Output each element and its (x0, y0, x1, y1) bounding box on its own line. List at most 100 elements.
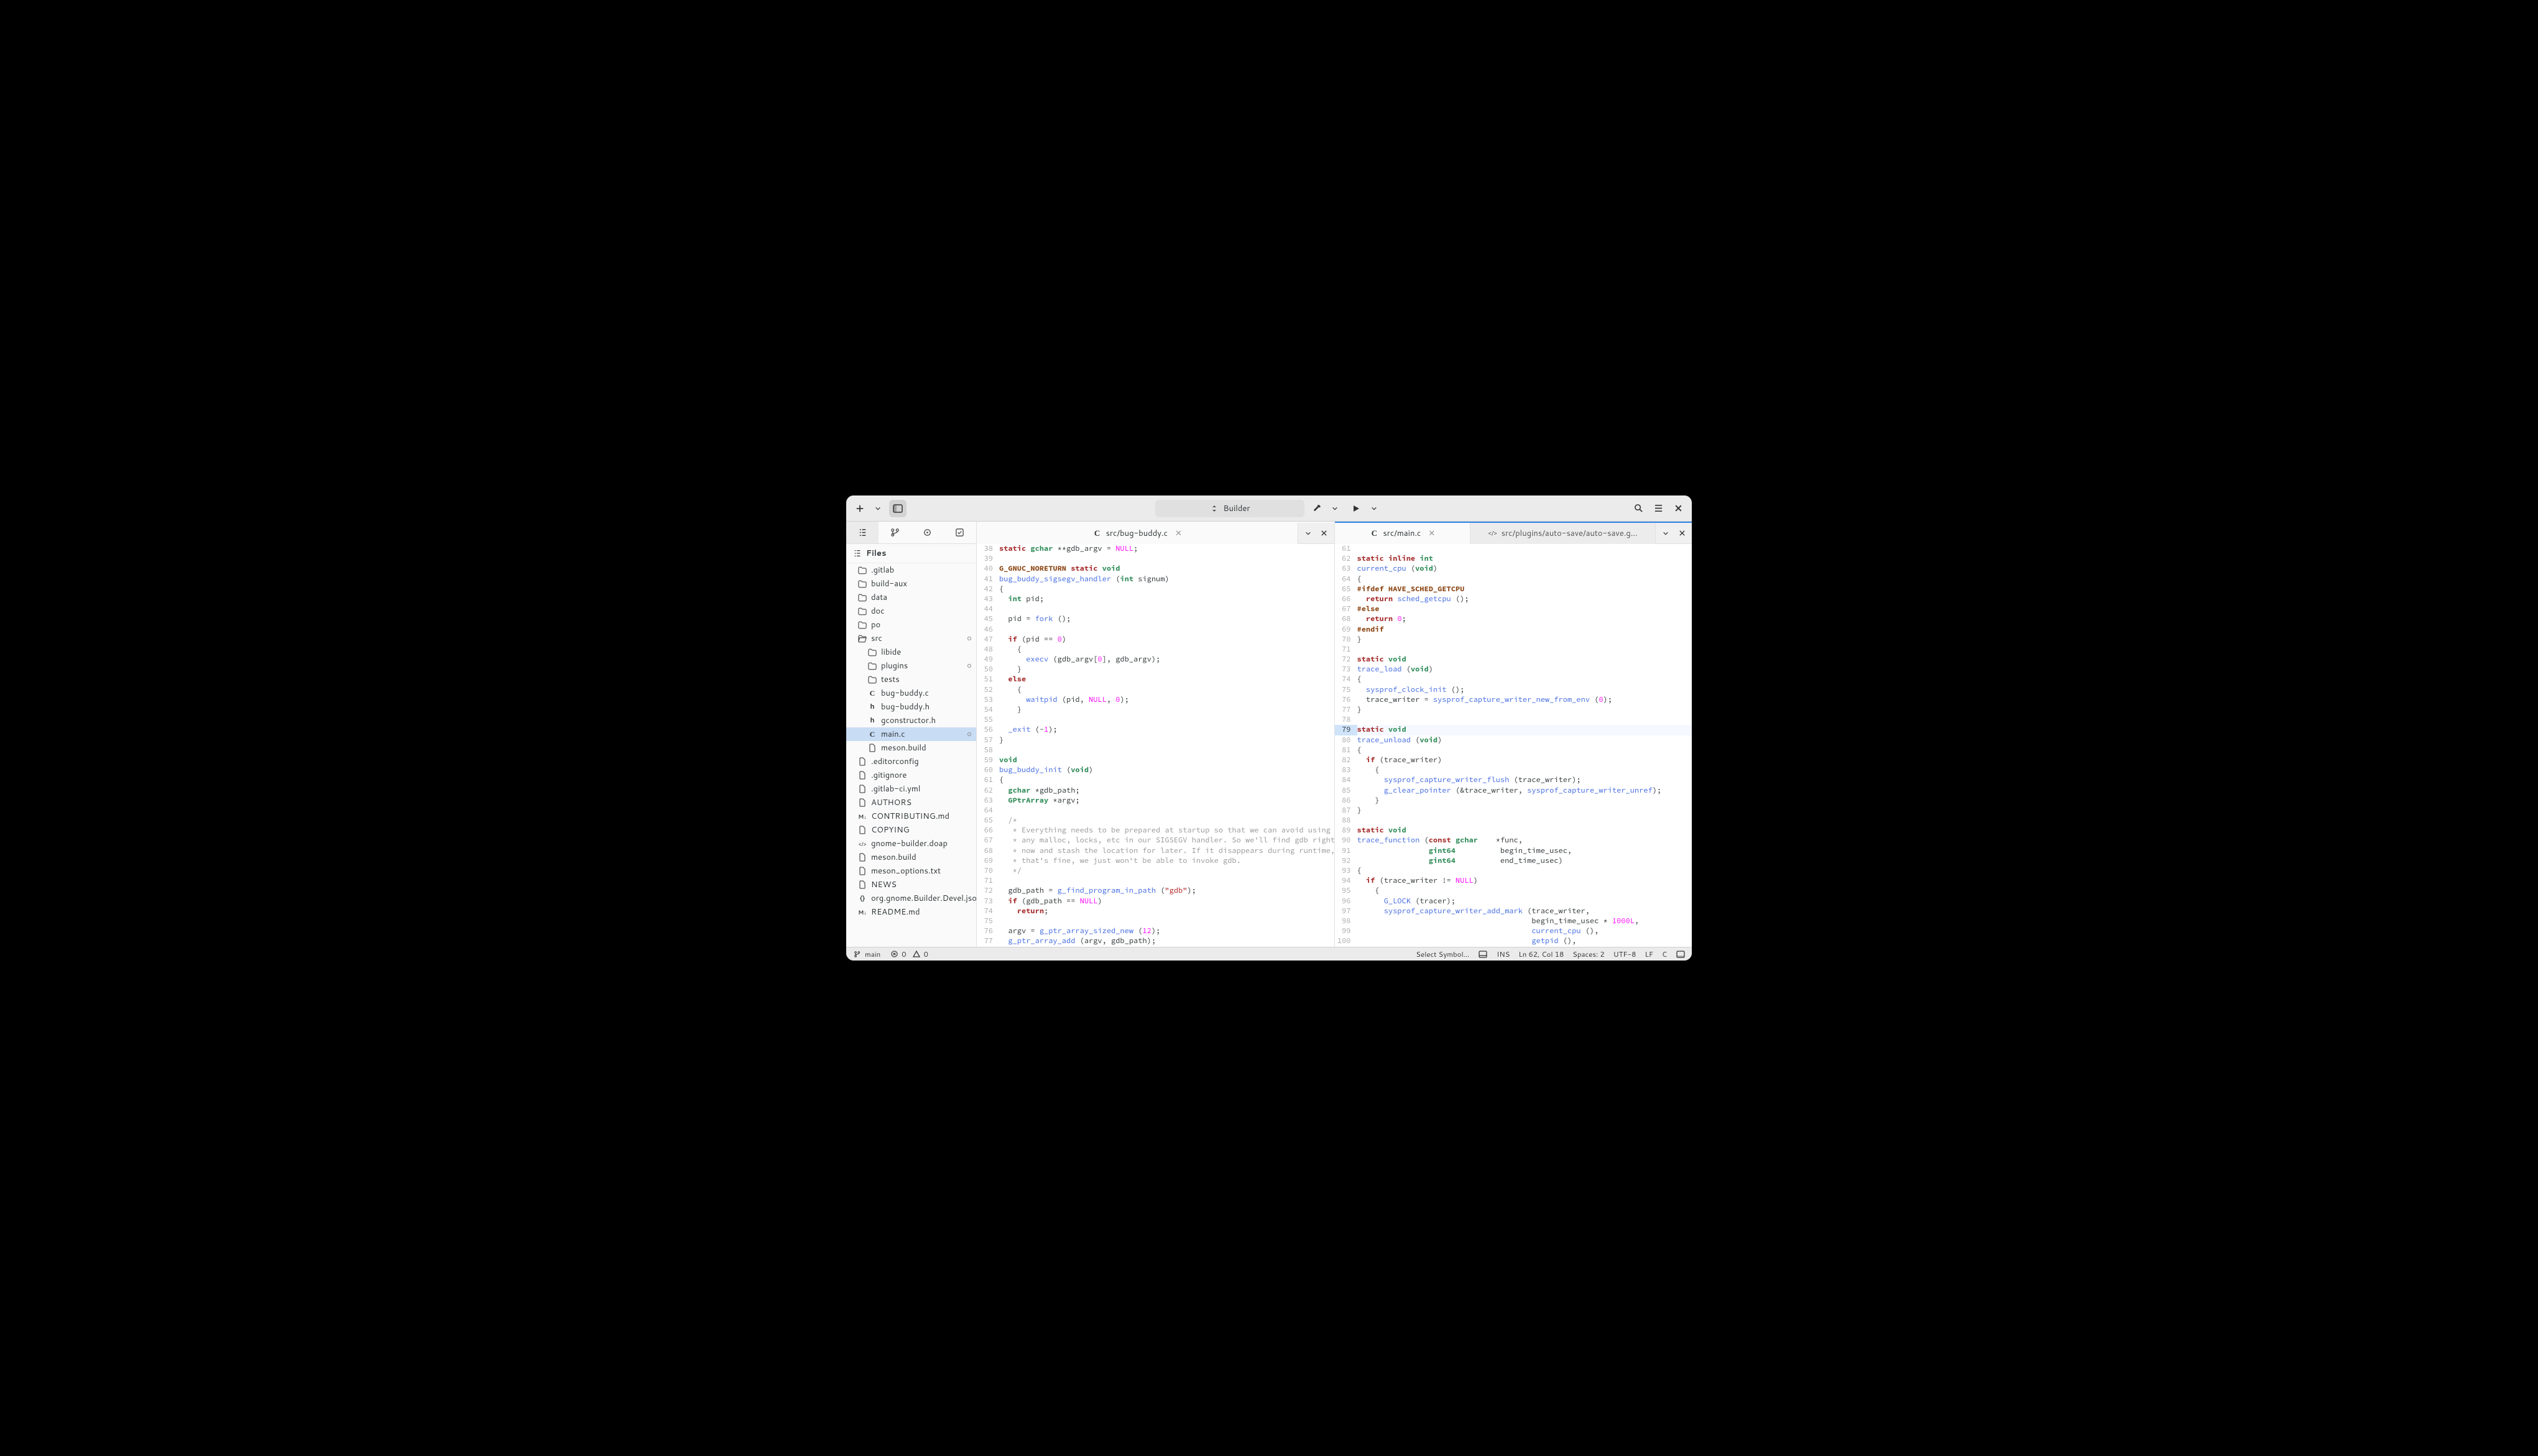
run-button[interactable] (1347, 500, 1365, 517)
status-branch[interactable]: main (852, 949, 880, 959)
tree-node[interactable]: meson.build (846, 741, 976, 755)
tree-node[interactable]: doc (846, 604, 976, 618)
tree-node[interactable]: hgconstructor.h (846, 714, 976, 727)
status-encoding[interactable]: UTF-8 (1613, 949, 1636, 959)
tree-node[interactable]: meson.build (846, 850, 976, 864)
tree-label: main.c (881, 729, 905, 740)
editor-pane-right: C src/main.c ✕ </> src/plugins/auto-save… (1335, 522, 1692, 947)
sidebar-tab-vcs[interactable] (879, 522, 911, 543)
tab-gresource[interactable]: </> src/plugins/auto-save/auto-save.gres… (1470, 523, 1656, 544)
tree-label: tests (881, 674, 900, 685)
app-window: Builder (846, 495, 1692, 961)
menu-button[interactable] (1650, 500, 1667, 517)
error-icon (889, 949, 899, 959)
close-tab-icon[interactable]: ✕ (1428, 528, 1435, 539)
file-icon: C (867, 688, 877, 698)
status-panel-button[interactable] (1478, 949, 1488, 959)
tab-main-c[interactable]: C src/main.c ✕ (1335, 523, 1471, 544)
build-button[interactable] (1308, 500, 1326, 517)
tree-node[interactable]: build-aux (846, 577, 976, 591)
tree-label: README.md (871, 906, 920, 918)
tab-bug-buddy[interactable]: C src/bug-buddy.c ✕ (977, 523, 1298, 544)
list-icon (857, 528, 867, 538)
file-icon (867, 647, 877, 657)
tree-node[interactable]: NEWS (846, 878, 976, 892)
pane-menu-button[interactable] (1658, 526, 1673, 541)
tree-node[interactable]: libide (846, 645, 976, 659)
tree-label: .gitlab-ci.yml (871, 783, 921, 795)
editor-pane-left: C src/bug-buddy.c ✕ 38static gchar **gdb… (977, 522, 1335, 947)
sidebar-tab-debug[interactable] (911, 522, 944, 543)
panel-icon (1478, 949, 1488, 959)
tree-node[interactable]: data (846, 591, 976, 604)
file-icon: h (867, 702, 877, 712)
tree-node[interactable]: .editorconfig (846, 755, 976, 768)
tree-node[interactable]: {}org.gnome.Builder.Devel.json (846, 892, 976, 905)
modified-marker (967, 732, 971, 736)
tree-label: .gitignore (871, 770, 907, 781)
tree-label: bug-buddy.c (881, 688, 929, 699)
file-icon (857, 606, 867, 616)
code-editor-right[interactable]: 61 62static inline int63current_cpu (voi… (1335, 544, 1692, 947)
tree-node[interactable]: Cmain.c (846, 727, 976, 741)
status-diagnostics[interactable]: 0 0 (889, 949, 928, 959)
tree-node[interactable]: hbug-buddy.h (846, 700, 976, 714)
run-menu-button[interactable] (1365, 500, 1383, 517)
tree-node[interactable]: tests (846, 673, 976, 686)
tree-node[interactable]: .gitlab-ci.yml (846, 782, 976, 796)
tree-node[interactable]: </>gnome-builder.doap (846, 837, 976, 850)
file-icon (857, 620, 867, 630)
tree-node[interactable]: M↓README.md (846, 905, 976, 919)
tree-label: .editorconfig (871, 756, 919, 767)
close-window-button[interactable] (1669, 500, 1687, 517)
titlebar: Builder (846, 495, 1692, 522)
pane-close-button[interactable] (1317, 526, 1332, 541)
modified-marker (967, 637, 971, 640)
tree-node[interactable]: meson_options.txt (846, 864, 976, 878)
updown-icon (1209, 504, 1219, 514)
tab-title: src/plugins/auto-save/auto-save.gresourc… (1502, 528, 1638, 539)
search-button[interactable] (1630, 500, 1647, 517)
tree-node[interactable]: .gitignore (846, 768, 976, 782)
tree-label: org.gnome.Builder.Devel.json (871, 893, 976, 904)
omnibar[interactable]: Builder (1155, 500, 1304, 517)
tree-node[interactable]: src (846, 632, 976, 645)
tabbar-right: C src/main.c ✕ </> src/plugins/auto-save… (1335, 523, 1692, 544)
tree-label: CONTRIBUTING.md (871, 811, 949, 822)
code-editor-left[interactable]: 38static gchar **gdb_argv = NULL;39 40G_… (977, 544, 1334, 947)
tree-node[interactable]: M↓CONTRIBUTING.md (846, 809, 976, 823)
status-eol[interactable]: LF (1645, 949, 1653, 959)
tree-node[interactable]: COPYING (846, 823, 976, 837)
status-symbol[interactable]: Select Symbol… (1416, 949, 1469, 959)
tree-node[interactable]: Cbug-buddy.c (846, 686, 976, 700)
tree-node[interactable]: plugins (846, 659, 976, 673)
status-lang[interactable]: C (1662, 949, 1667, 959)
status-mode[interactable]: INS (1497, 949, 1510, 959)
sidebar-tab-files[interactable] (846, 522, 879, 543)
tree-node[interactable]: AUTHORS (846, 796, 976, 809)
tree-label: doc (871, 606, 885, 617)
file-icon (867, 743, 877, 753)
status-position[interactable]: Ln 62, Col 18 (1518, 949, 1564, 959)
bottombar-icon (1676, 949, 1686, 959)
sidebar-tab-todo[interactable] (944, 522, 976, 543)
pane-close-button[interactable] (1674, 526, 1689, 541)
tree-label: COPYING (871, 824, 910, 836)
tree-node[interactable]: .gitlab (846, 563, 976, 577)
tree-label: AUTHORS (871, 797, 911, 808)
new-menu-button[interactable] (869, 500, 887, 517)
file-icon (857, 784, 867, 794)
pane-menu-button[interactable] (1301, 526, 1316, 541)
close-tab-icon[interactable]: ✕ (1175, 528, 1182, 539)
tree-label: meson.build (881, 742, 926, 753)
editor-area: C src/bug-buddy.c ✕ 38static gchar **gdb… (977, 522, 1692, 947)
file-tree[interactable]: .gitlabbuild-auxdata docposrclibideplugin… (846, 563, 976, 947)
build-menu-button[interactable] (1326, 500, 1344, 517)
status-toggle-bottom[interactable] (1676, 949, 1686, 959)
status-indent[interactable]: Spaces: 2 (1572, 949, 1604, 959)
tree-label: NEWS (871, 879, 897, 890)
tree-label: plugins (881, 660, 908, 671)
new-button[interactable] (851, 500, 869, 517)
tree-node[interactable]: po (846, 618, 976, 632)
toggle-sidebar-button[interactable] (889, 500, 907, 517)
